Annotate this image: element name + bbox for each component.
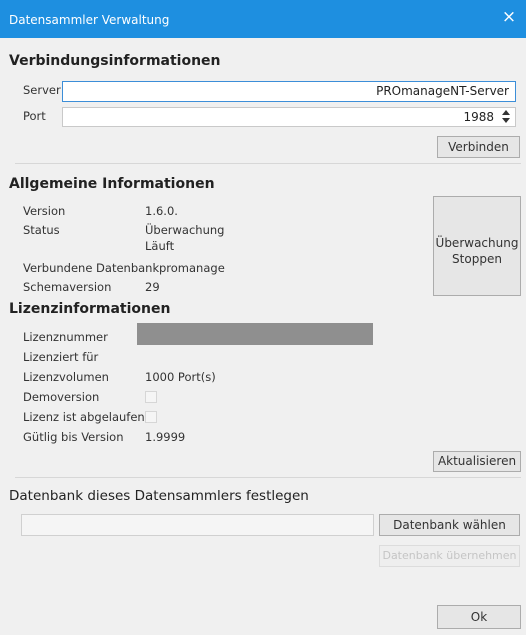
separator (15, 477, 521, 478)
license-volume-label: Lizenzvolumen (23, 370, 109, 384)
demo-label: Demoversion (23, 390, 100, 404)
separator (15, 163, 521, 164)
licensed-for-label: Lizenziert für (23, 350, 99, 364)
status-label: Status (23, 223, 60, 237)
version-label: Version (23, 204, 66, 218)
status-value-line1: Überwachung (145, 223, 225, 237)
schema-value: 29 (145, 280, 160, 294)
connection-heading: Verbindungsinformationen (9, 53, 221, 69)
license-volume-value: 1000 Port(s) (145, 370, 216, 384)
expired-label: Lizenz ist abgelaufen (23, 410, 145, 424)
license-number-redacted (137, 323, 373, 345)
server-input[interactable]: PROmanageNT-Server (62, 81, 516, 102)
choose-database-button[interactable]: Datenbank wählen (379, 514, 520, 536)
server-label: Server (23, 83, 61, 97)
port-spinner[interactable] (502, 108, 512, 126)
valid-until-value: 1.9999 (145, 430, 186, 444)
general-heading: Allgemeine Informationen (9, 176, 215, 192)
license-heading: Lizenzinformationen (9, 301, 171, 317)
version-value: 1.6.0. (145, 204, 178, 218)
database-path-input[interactable] (21, 514, 374, 536)
close-icon[interactable]: × (501, 9, 517, 26)
monitor-stop-button[interactable]: Überwachung Stoppen (433, 196, 521, 296)
status-value-line2: Läuft (145, 239, 175, 253)
expired-checkbox (145, 411, 157, 423)
monitor-button-line2: Stoppen (452, 252, 502, 266)
database-label: Verbundene Datenbank (23, 261, 160, 275)
port-label: Port (23, 109, 46, 123)
refresh-button[interactable]: Aktualisieren (433, 451, 521, 472)
port-input[interactable]: 1988 (62, 107, 516, 127)
spin-down-icon[interactable] (502, 118, 510, 123)
demo-checkbox (145, 391, 157, 403)
ok-button[interactable]: Ok (437, 605, 521, 629)
database-value: promanage (159, 261, 225, 275)
title-bar: Datensammler Verwaltung × (0, 0, 526, 38)
spin-up-icon[interactable] (502, 110, 510, 115)
window-title: Datensammler Verwaltung (9, 13, 170, 27)
dialog-window: Datensammler Verwaltung × Verbindungsinf… (0, 0, 526, 635)
monitor-button-line1: Überwachung (435, 236, 519, 250)
apply-database-button[interactable]: Datenbank übernehmen (379, 545, 520, 567)
database-heading: Datenbank dieses Datensammlers festlegen (9, 488, 309, 504)
connect-button[interactable]: Verbinden (437, 136, 520, 158)
valid-until-label: Gütlig bis Version (23, 430, 124, 444)
license-number-label: Lizenznummer (23, 330, 108, 344)
schema-label: Schemaversion (23, 280, 112, 294)
